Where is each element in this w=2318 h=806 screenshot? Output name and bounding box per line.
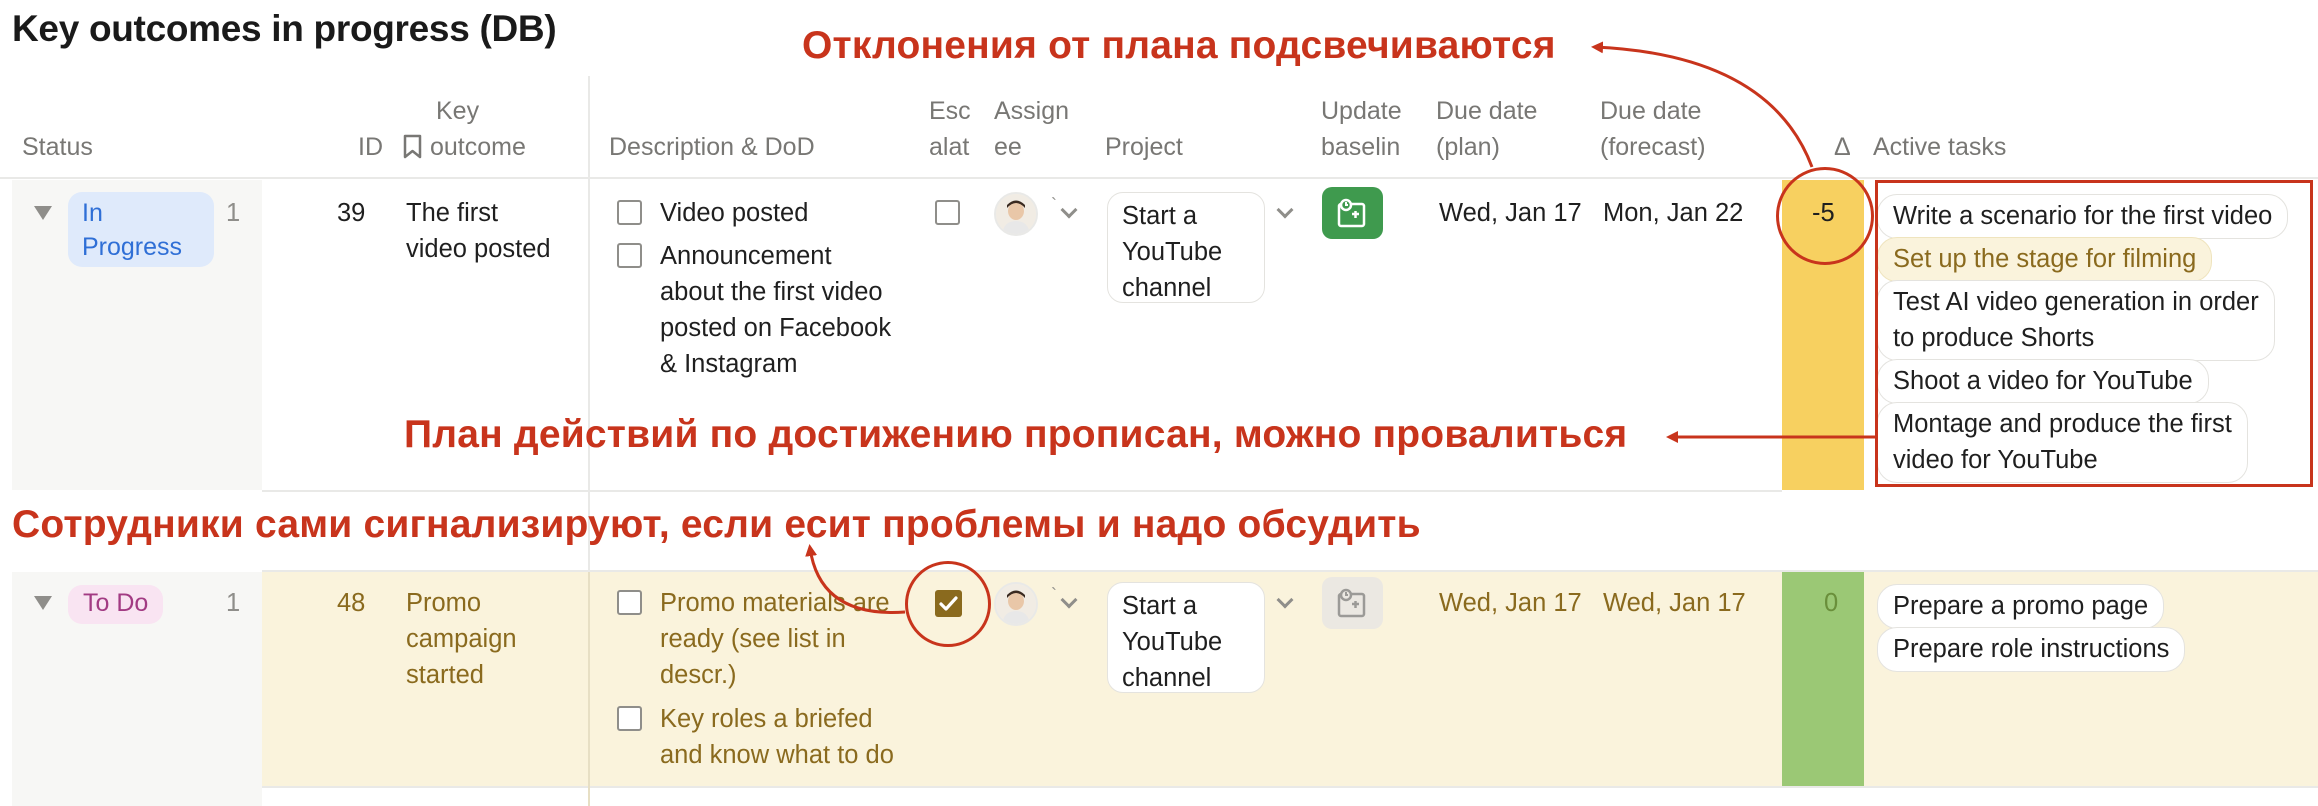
annotation-deviations: Отклонения от плана подсвечиваются [802, 24, 1556, 67]
annotation-escalation: Сотрудники сами сигнализируют, если есит… [12, 503, 1421, 546]
annotation-arrows [805, 41, 1875, 614]
annotation-action-plan: План действий по достижению прописан, мо… [404, 413, 1628, 456]
deviation-arrow [1591, 41, 1814, 168]
escalation-arrow [805, 544, 906, 614]
